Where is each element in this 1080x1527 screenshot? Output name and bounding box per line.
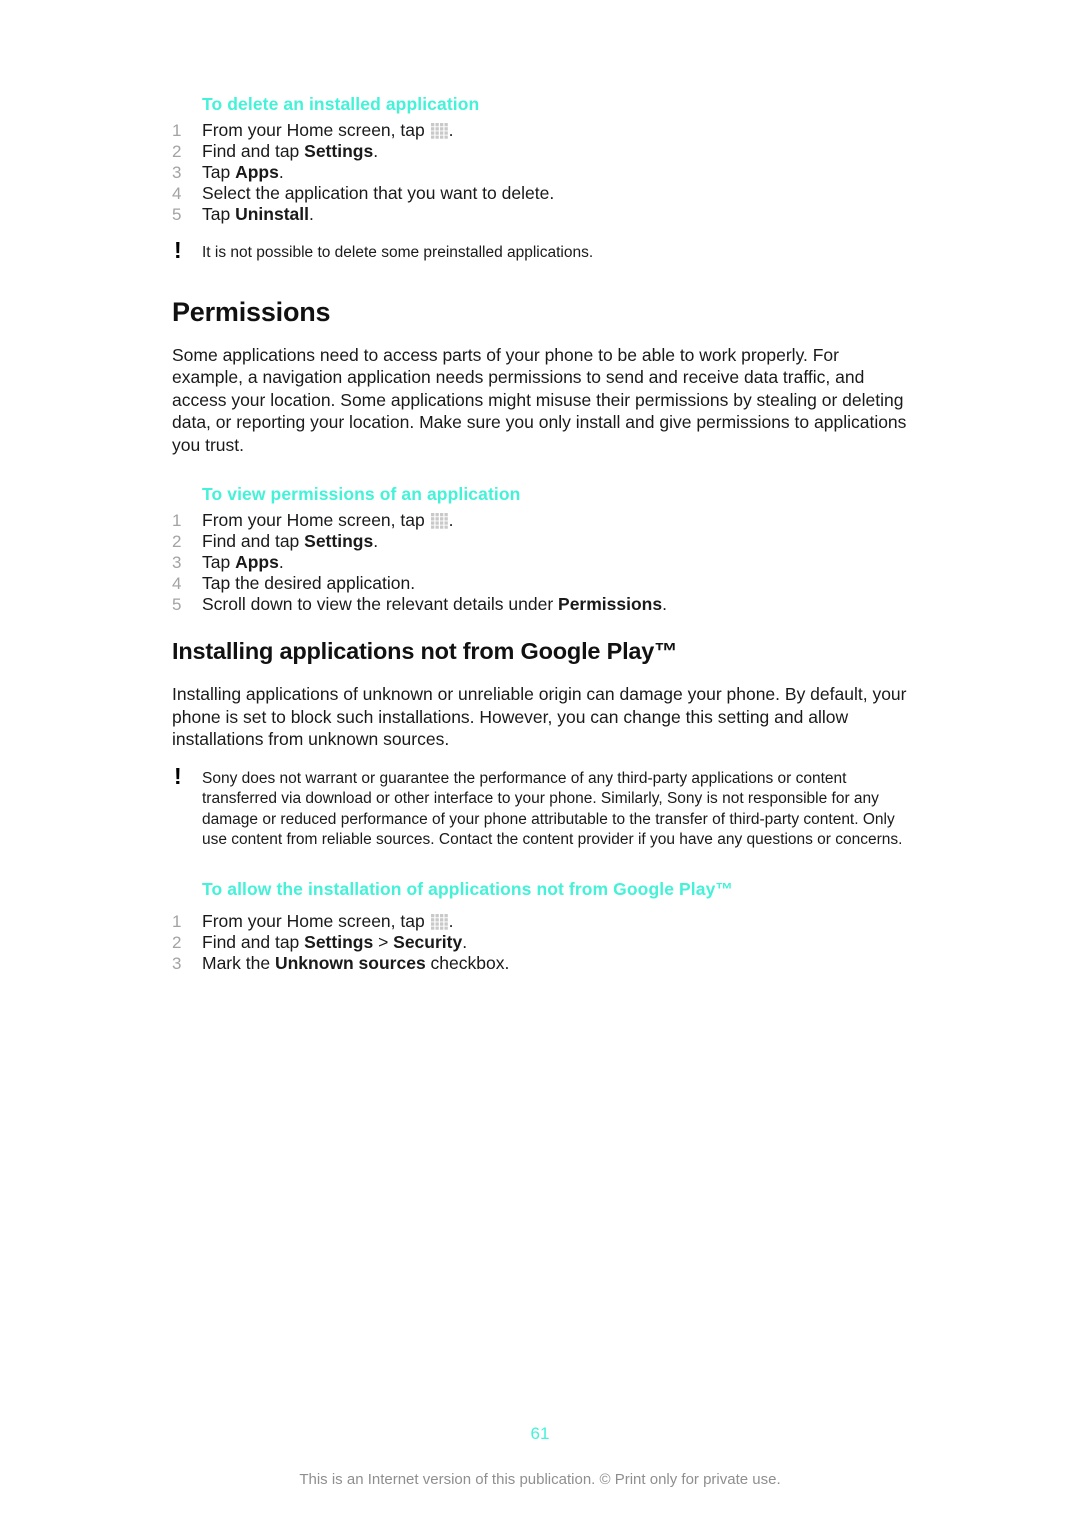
list-item: 4 Select the application that you want t… [172, 183, 908, 204]
list-item: 3 Tap Apps. [172, 162, 908, 183]
heading-view-permissions: To view permissions of an application [202, 484, 521, 504]
step-text-end: . [662, 594, 667, 614]
step-text-end: checkbox. [425, 952, 510, 973]
step-number: 3 [172, 953, 182, 973]
note-text: It is not possible to delete some preins… [202, 244, 594, 261]
step-text-end: . [373, 531, 379, 551]
step-text-mid: > [373, 931, 394, 952]
step-text-end: . [448, 510, 454, 530]
page-title-permissions: Permissions [172, 296, 331, 327]
steps-delete-application: 1 From your Home screen, tap . 2 Find an… [172, 120, 908, 225]
step-text-end: . [308, 204, 314, 224]
list-item: 2 Find and tap Settings. [172, 531, 908, 552]
app-grid-icon [430, 913, 448, 930]
step-number: 3 [172, 553, 182, 572]
page-number: 61 [530, 1424, 550, 1443]
list-item: 4 Tap the desired application. [172, 573, 908, 594]
step-emphasis: Apps [235, 552, 279, 572]
step-number: 1 [172, 511, 182, 530]
paragraph-permissions: Some applications need to access parts o… [172, 344, 907, 455]
list-item: 2 Find and tap Settings > Security. [172, 932, 908, 953]
step-text: Tap [202, 204, 236, 224]
list-item: 3 Mark the Unknown sources checkbox. [172, 953, 908, 974]
step-text: Mark the [202, 952, 275, 973]
step-number: 1 [172, 911, 182, 931]
steps-allow-installation: 1 From your Home screen, tap . 2 Find an… [172, 911, 908, 974]
step-text-end: . [462, 931, 468, 952]
step-text: Find and tap [202, 931, 305, 952]
steps-view-permissions: 1 From your Home screen, tap . 2 Find an… [172, 510, 908, 615]
page-content: To delete an installed application 1 Fro… [172, 92, 908, 974]
page-title-installing-applications: Installing applications not from Google … [172, 638, 678, 664]
paragraph-installing-applications: Installing applications of unknown or un… [172, 684, 907, 749]
step-text-end: . [448, 120, 454, 140]
list-item: 3 Tap Apps. [172, 552, 908, 573]
step-number: 2 [172, 532, 182, 551]
step-emphasis: Settings [304, 141, 374, 161]
note-text: Sony does not warrant or guarantee the p… [202, 769, 903, 849]
step-emphasis: Settings [304, 931, 374, 952]
step-text: Tap [202, 162, 236, 182]
step-number: 5 [172, 595, 182, 614]
step-number: 2 [172, 142, 182, 161]
step-emphasis: Permissions [558, 594, 663, 614]
step-emphasis: Settings [304, 531, 374, 551]
step-text: From your Home screen, tap [202, 510, 430, 530]
exclamation-icon: ! [174, 237, 182, 263]
step-text: From your Home screen, tap [202, 910, 430, 931]
app-grid-icon [430, 513, 448, 529]
note-sony-warranty: ! Sony does not warrant or guarantee the… [172, 764, 908, 851]
step-emphasis: Uninstall [235, 204, 309, 224]
step-text: Select the application that you want to … [202, 183, 555, 203]
step-number: 4 [172, 184, 182, 203]
list-item: 1 From your Home screen, tap . [172, 911, 908, 932]
list-item: 5 Scroll down to view the relevant detai… [172, 594, 908, 615]
step-text-end: . [278, 162, 284, 182]
step-emphasis-2: Security [393, 931, 463, 952]
list-item: 1 From your Home screen, tap . [172, 510, 908, 531]
footer-copyright-note: This is an Internet version of this publ… [299, 1471, 781, 1488]
step-number: 2 [172, 932, 182, 952]
heading-allow-installation: To allow the installation of application… [202, 878, 734, 899]
step-text-end: . [278, 552, 284, 572]
step-text-end: . [448, 910, 454, 931]
step-text: Find and tap [202, 141, 305, 161]
step-text: Tap the desired application. [202, 573, 416, 593]
step-text-end: . [373, 141, 379, 161]
list-item: 5 Tap Uninstall. [172, 204, 908, 225]
step-number: 1 [172, 121, 182, 140]
step-text: Find and tap [202, 531, 305, 551]
step-text: From your Home screen, tap [202, 120, 430, 140]
step-number: 4 [172, 574, 182, 593]
app-grid-icon [430, 123, 448, 139]
step-emphasis: Unknown sources [274, 952, 426, 973]
step-text: Scroll down to view the relevant details… [202, 594, 559, 614]
list-item: 2 Find and tap Settings. [172, 141, 908, 162]
note-delete-application: ! It is not possible to delete some prei… [172, 239, 908, 264]
document-page: To delete an installed application 1 Fro… [0, 0, 1080, 1527]
step-number: 5 [172, 205, 182, 224]
step-number: 3 [172, 163, 182, 182]
list-item: 1 From your Home screen, tap . [172, 120, 908, 141]
heading-delete-application: To delete an installed application [202, 94, 480, 114]
step-text: Tap [202, 552, 236, 572]
step-emphasis: Apps [235, 162, 279, 182]
exclamation-icon: ! [174, 762, 182, 789]
